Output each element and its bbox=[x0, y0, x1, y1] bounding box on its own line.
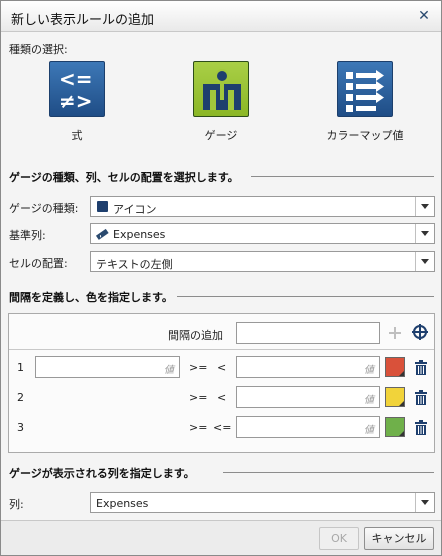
dialog-title: 新しい表示ルールの追加 bbox=[11, 13, 155, 28]
expression-icon: <= ≠> bbox=[59, 67, 93, 113]
target-icon[interactable] bbox=[412, 324, 428, 340]
cancel-button[interactable]: キャンセル bbox=[364, 527, 434, 550]
column-value: Expenses bbox=[96, 497, 149, 510]
type-select-label: 種類の選択: bbox=[9, 43, 68, 56]
add-interval-label: 間隔の追加 bbox=[168, 329, 223, 342]
column-dropdown[interactable]: Expenses bbox=[90, 492, 435, 513]
title-bar: 新しい表示ルールの追加 ✕ bbox=[1, 1, 441, 32]
color-picker-button[interactable] bbox=[385, 357, 405, 377]
interval-row-number: 2 bbox=[17, 391, 24, 404]
interval-row-number: 1 bbox=[17, 361, 24, 374]
expression-type-button[interactable]: <= ≠> bbox=[49, 61, 105, 117]
section-divider bbox=[177, 296, 434, 297]
base-column-value: Expenses bbox=[113, 228, 166, 241]
interval-from-input[interactable]: 値 bbox=[35, 356, 180, 378]
interval-to-input[interactable]: 値 bbox=[236, 356, 380, 378]
gauge-icon bbox=[203, 69, 241, 110]
color-picker-button[interactable] bbox=[385, 417, 405, 437]
colormap-icon bbox=[346, 70, 384, 112]
add-interval-input[interactable] bbox=[236, 322, 380, 344]
color-picker-button[interactable] bbox=[385, 387, 405, 407]
chevron-down-icon[interactable] bbox=[415, 224, 434, 243]
from-placeholder: 値 bbox=[164, 365, 174, 376]
interval-group: 間隔の追加 1 値 >= < 値 2 >= < 値 3 >= <= 値 bbox=[8, 313, 435, 453]
trash-icon[interactable] bbox=[413, 359, 429, 377]
chevron-down-icon[interactable] bbox=[415, 252, 434, 271]
close-icon[interactable]: ✕ bbox=[415, 7, 433, 25]
gauge-type-label: ゲージ bbox=[204, 129, 238, 142]
colormap-type-button[interactable] bbox=[337, 61, 393, 117]
to-placeholder: 値 bbox=[364, 425, 374, 436]
column-label: 列: bbox=[9, 498, 24, 511]
colormap-type-label: カラーマップ値 bbox=[326, 129, 404, 142]
svg-text:<=: <= bbox=[59, 67, 93, 91]
gauge-type-value: アイコン bbox=[113, 203, 157, 216]
to-placeholder: 値 bbox=[364, 395, 374, 406]
operator-to: < bbox=[217, 391, 227, 404]
gauge-type-field-label: ゲージの種類: bbox=[9, 202, 79, 215]
chevron-down-icon[interactable] bbox=[415, 493, 434, 512]
column-section-title: ゲージが表示される列を指定します。 bbox=[9, 467, 195, 480]
operator-from: >= bbox=[189, 361, 208, 374]
section-divider bbox=[223, 472, 434, 473]
measure-icon bbox=[95, 228, 109, 240]
icon-swatch-icon bbox=[97, 201, 108, 212]
interval-row-number: 3 bbox=[17, 421, 24, 434]
cell-alignment-value: テキストの左側 bbox=[96, 258, 173, 271]
gauge-type-dropdown[interactable]: アイコン bbox=[90, 196, 435, 217]
gauge-section-title: ゲージの種類、列、セルの配置を選択します。 bbox=[9, 171, 239, 184]
add-icon[interactable] bbox=[387, 325, 403, 341]
trash-icon[interactable] bbox=[413, 389, 429, 407]
ok-button[interactable]: OK bbox=[319, 527, 359, 550]
operator-to: <= bbox=[213, 421, 232, 434]
section-divider bbox=[251, 176, 434, 177]
operator-from: >= bbox=[189, 421, 208, 434]
gauge-type-button[interactable] bbox=[193, 61, 249, 117]
group-divider bbox=[9, 349, 434, 350]
dialog-footer: OK キャンセル bbox=[1, 520, 441, 555]
base-column-label: 基準列: bbox=[9, 229, 46, 242]
svg-text:≠>: ≠> bbox=[59, 89, 93, 113]
chevron-down-icon[interactable] bbox=[415, 197, 434, 216]
cell-alignment-label: セルの配置: bbox=[9, 257, 68, 270]
trash-icon[interactable] bbox=[413, 419, 429, 437]
operator-to: < bbox=[217, 361, 227, 374]
cell-alignment-dropdown[interactable]: テキストの左側 bbox=[90, 251, 435, 272]
interval-section-title: 間隔を定義し、色を指定します。 bbox=[9, 291, 173, 304]
base-column-dropdown[interactable]: Expenses bbox=[90, 223, 435, 244]
to-placeholder: 値 bbox=[364, 365, 374, 376]
interval-to-input[interactable]: 値 bbox=[236, 416, 380, 438]
add-display-rule-dialog: 新しい表示ルールの追加 ✕ 種類の選択: <= ≠> 式 ゲージ カラーマップ値… bbox=[0, 0, 442, 556]
interval-to-input[interactable]: 値 bbox=[236, 386, 380, 408]
expression-type-label: 式 bbox=[71, 129, 83, 142]
operator-from: >= bbox=[189, 391, 208, 404]
